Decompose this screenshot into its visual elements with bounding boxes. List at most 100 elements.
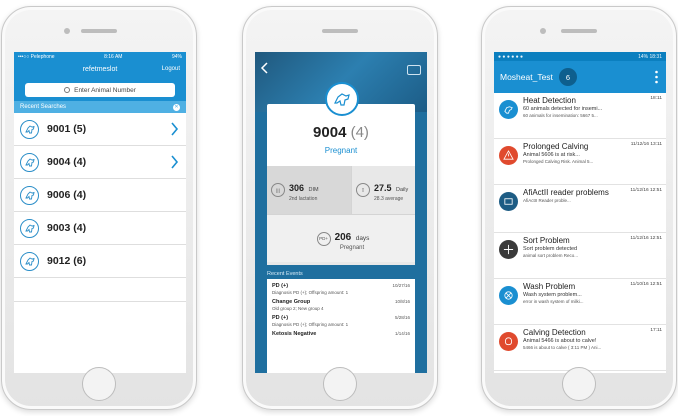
notification-time: 11/12/16 12:51 xyxy=(630,236,662,241)
status-bar: •••○○ Pelephone 8:16 AM 94% xyxy=(14,52,186,61)
home-button[interactable] xyxy=(562,367,596,401)
pd-icon: PD+ xyxy=(316,231,331,246)
cow-icon xyxy=(20,218,39,238)
event-date: 10/27/16 xyxy=(392,283,410,288)
recent-list: 9001 (5) 9004 (4) 9006 (4) 9003 (4) 9012 (6) xyxy=(14,113,186,278)
phone-notifications: ● ● ● ● ● ● 14% 18:31 Mosheat_Test 6 Hea… xyxy=(481,6,677,410)
event-item[interactable]: Change Group 10/8/16 Old group 2; New grou… xyxy=(272,299,410,311)
recent-search-row[interactable]: 9004 (4) xyxy=(14,146,186,179)
notification-time: 11/10/16 12:51 xyxy=(630,282,662,287)
animal-screen: 9004 (4) Pregnant ||| 306 DIM 2nd lactat… xyxy=(255,52,427,373)
cow-icon xyxy=(20,251,39,271)
event-detail: Diagnosis PD (+); Offspring amount: 1 xyxy=(272,290,349,295)
animal-state: Pregnant xyxy=(324,146,358,155)
notification-body: Calving Detection Animal 5466 is about to… xyxy=(523,328,662,367)
carrier-label: •••○○ Pelephone xyxy=(18,53,55,60)
dim-value: 306 xyxy=(289,183,305,193)
notification-line2: error in wash system of milki... xyxy=(523,299,584,304)
back-icon[interactable] xyxy=(260,62,268,74)
notification-body: Wash Problem Wash system problem... error … xyxy=(523,282,662,321)
chevron-right-icon[interactable] xyxy=(170,122,179,136)
notification-item[interactable]: Prolonged Calving Animal 5606 is at risk.… xyxy=(494,139,666,185)
speaker xyxy=(322,29,358,33)
battery-label: 94% xyxy=(171,53,182,60)
edit-icon[interactable] xyxy=(407,65,421,75)
event-date: 5/28/16 xyxy=(394,315,410,320)
notification-time: 11/12/16 13:11 xyxy=(630,142,662,147)
status-right: 14% 18:31 xyxy=(638,53,662,60)
notification-line2: Prolonged Calving Risk. Animal 5... xyxy=(523,159,594,164)
search-screen: •••○○ Pelephone 8:16 AM 94% refetmeslot … xyxy=(14,52,186,373)
event-detail: Diagnosis PD (+); Offspring amount: 1 xyxy=(272,322,349,327)
notification-line2: animal sort problem Reco... xyxy=(523,253,579,258)
notification-count-badge: 6 xyxy=(558,68,577,86)
speaker xyxy=(81,29,117,33)
notification-line1: Sort problem detected xyxy=(523,246,578,252)
app-bar: Mosheat_Test 6 xyxy=(494,61,666,93)
notification-item[interactable]: Wash Problem Wash system problem... error … xyxy=(494,279,666,325)
daily-sub: 28.3 average xyxy=(374,196,404,202)
pregnancy-stat: PD+ 206 days Pregnant xyxy=(267,214,415,262)
status-bar: ● ● ● ● ● ● 14% 18:31 xyxy=(494,52,666,61)
notification-line2: 60 animals for insemination: 5667 5... xyxy=(523,113,598,118)
logout-button[interactable]: Logout xyxy=(162,66,180,72)
event-date: 1/14/16 xyxy=(394,331,410,336)
notification-line2: AfiActII Reader proble... xyxy=(523,198,571,203)
animal-label: 9006 (4) xyxy=(47,189,87,201)
sort-icon xyxy=(499,240,518,259)
clear-icon[interactable]: ✕ xyxy=(173,103,180,111)
empty-row xyxy=(14,278,186,302)
search-input[interactable]: Enter Animal Number xyxy=(25,83,175,97)
notification-time: 11/12/16 12:51 xyxy=(630,188,662,193)
notification-body: Heat Detection 60 animals detected for in… xyxy=(523,96,662,135)
notification-title: Calving Detection xyxy=(523,328,586,337)
notification-item[interactable]: Heat Detection 60 animals detected for in… xyxy=(494,93,666,139)
daily-unit: Daily xyxy=(395,187,409,193)
camera xyxy=(540,28,546,34)
notification-body: Sort Problem Sort problem detected animal … xyxy=(523,236,662,275)
event-item[interactable]: PD (+) 5/28/16 Diagnosis PD (+); Offspring… xyxy=(272,315,410,327)
cow-icon xyxy=(20,119,39,139)
home-button[interactable] xyxy=(323,367,357,401)
lactation-count: (4) xyxy=(350,124,369,141)
notification-time: 17:11 xyxy=(650,328,662,333)
more-menu-icon[interactable] xyxy=(655,70,658,84)
notification-title: Heat Detection xyxy=(523,96,576,105)
animal-label: 9012 (6) xyxy=(47,255,87,267)
notification-item[interactable]: Sort Problem Sort problem detected animal … xyxy=(494,233,666,279)
dim-sub: 2nd lactation xyxy=(289,196,318,202)
recent-search-row[interactable]: 9003 (4) xyxy=(14,212,186,245)
cow-icon xyxy=(20,152,39,172)
pd-unit: days xyxy=(355,234,370,242)
recent-events-label: Recent Events xyxy=(267,271,303,277)
speaker xyxy=(561,29,597,33)
notification-item[interactable]: Calving Detection Animal 5466 is about to… xyxy=(494,325,666,371)
event-title: PD (+) xyxy=(272,283,289,289)
event-item[interactable]: Ketosis Negative 1/14/16 xyxy=(272,331,410,337)
calving-icon xyxy=(499,332,518,351)
header: refetmeslot Logout xyxy=(14,61,186,81)
status-icons: ● ● ● ● ● ● xyxy=(498,53,524,60)
event-item[interactable]: PD (+) 10/27/16 Diagnosis PD (+); Offsprin… xyxy=(272,283,410,295)
home-button[interactable] xyxy=(82,367,116,401)
notification-list: Heat Detection 60 animals detected for in… xyxy=(494,93,666,371)
chevron-right-icon[interactable] xyxy=(170,155,179,169)
camera xyxy=(64,28,70,34)
animal-label: 9001 (5) xyxy=(47,123,87,135)
page-title: refetmeslot xyxy=(82,66,118,73)
notification-item[interactable]: AfiActII reader problems AfiActII Reader … xyxy=(494,185,666,233)
recent-search-row[interactable]: 9001 (5) xyxy=(14,113,186,146)
event-date: 10/8/16 xyxy=(394,299,410,304)
event-title: PD (+) xyxy=(272,315,289,321)
recent-search-row[interactable]: 9012 (6) xyxy=(14,245,186,278)
search-placeholder: Enter Animal Number xyxy=(74,86,136,94)
pd-value: 206 xyxy=(334,231,352,243)
phone-search: •••○○ Pelephone 8:16 AM 94% refetmeslot … xyxy=(1,6,197,410)
recent-search-row[interactable]: 9006 (4) xyxy=(14,179,186,212)
notification-body: AfiActII reader problems AfiActII Reader … xyxy=(523,188,662,229)
notification-line1: Animal 5466 is about to calve! xyxy=(523,338,597,344)
notification-line1: Animal 5606 is at risk... xyxy=(523,152,580,158)
heat-icon xyxy=(499,100,518,119)
alert-triangle-icon xyxy=(499,146,518,165)
animal-label: 9003 (4) xyxy=(47,222,87,234)
